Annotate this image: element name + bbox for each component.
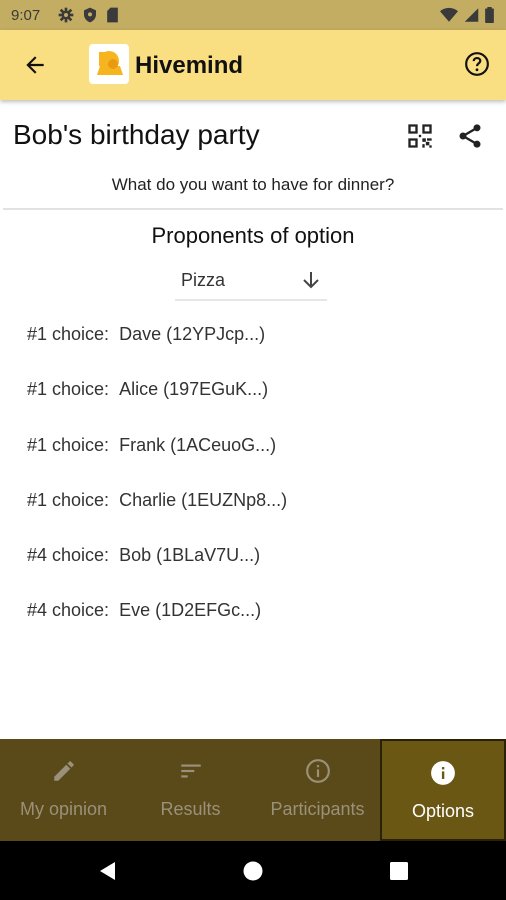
- bottom-navigation: My opinion Results Participants Options: [0, 739, 506, 841]
- shield-icon: [84, 7, 96, 23]
- list-item: #1 choice: Frank (1ACeuoG...): [27, 435, 287, 490]
- participant-name: Bob (1BLaV7U...): [119, 545, 261, 566]
- nav-recents-icon[interactable]: [387, 859, 411, 883]
- page-header: Bob's birthday party What do you want to…: [0, 100, 506, 210]
- tab-participants[interactable]: Participants: [254, 739, 381, 841]
- nav-home-icon[interactable]: [241, 859, 265, 883]
- participant-name: Alice (197EGuK...): [119, 379, 269, 400]
- list-item: #4 choice: Bob (1BLaV7U...): [27, 545, 287, 600]
- tab-label: Participants: [270, 799, 365, 819]
- app-bar: Hivemind: [0, 30, 506, 100]
- divider: [3, 208, 503, 210]
- participant-name: Dave (12YPJcp...): [119, 324, 266, 344]
- battery-icon: [485, 7, 494, 23]
- page-title: Bob's birthday party: [13, 119, 260, 150]
- signal-icon: [464, 8, 479, 22]
- choice-rank: #4 choice:: [27, 600, 110, 621]
- settings-gear-icon: [58, 7, 74, 23]
- proponents-list: #1 choice: Dave (12YPJcp...) #1 choice: …: [27, 324, 287, 656]
- qr-code-icon[interactable]: [406, 122, 434, 150]
- proponents-heading: Proponents of option: [151, 223, 355, 248]
- list-item: #1 choice: Charlie (1EUZNp8...): [27, 490, 287, 545]
- wifi-icon: [440, 7, 458, 22]
- info-outline-icon: [305, 759, 330, 783]
- list-item: #1 choice: Alice (197EGuK...): [27, 379, 287, 434]
- app-title: Hivemind: [135, 52, 244, 79]
- participant-name: Charlie (1EUZNp8...): [119, 489, 288, 510]
- participant-name: Frank (1ACeuoG...): [119, 434, 277, 455]
- arrow-down-icon: [303, 272, 319, 289]
- nav-back-icon[interactable]: [96, 859, 120, 883]
- list-item: #4 choice: Eve (1D2EFGc...): [27, 600, 287, 655]
- choice-rank: #1 choice:: [27, 434, 110, 455]
- status-time: 9:07: [11, 7, 41, 24]
- tab-label: My opinion: [19, 799, 108, 819]
- back-arrow-icon[interactable]: [22, 52, 48, 78]
- list-item: #1 choice: Dave (12YPJcp...): [27, 324, 287, 379]
- app-logo: [89, 44, 129, 84]
- help-icon[interactable]: [464, 51, 490, 77]
- system-navigation-bar: [0, 841, 506, 900]
- poll-question: What do you want to have for dinner?: [111, 175, 395, 194]
- share-icon[interactable]: [456, 122, 484, 150]
- choice-rank: #1 choice:: [27, 324, 110, 344]
- info-filled-icon: [431, 761, 455, 785]
- option-dropdown[interactable]: Pizza: [175, 262, 327, 301]
- tab-label: Results: [160, 799, 221, 819]
- choice-rank: #4 choice:: [27, 545, 110, 566]
- sd-card-icon: [107, 7, 118, 23]
- pencil-icon: [53, 761, 74, 781]
- participant-name: Eve (1D2EFGc...): [119, 600, 262, 621]
- tab-results[interactable]: Results: [127, 739, 254, 841]
- tab-options[interactable]: Options: [380, 739, 506, 841]
- choice-rank: #1 choice:: [27, 489, 110, 510]
- status-bar: 9:07: [0, 0, 506, 30]
- tab-my-opinion[interactable]: My opinion: [0, 739, 127, 841]
- hivemind-logo-icon: [97, 51, 123, 75]
- choice-rank: #1 choice:: [27, 379, 110, 400]
- tab-label: Options: [411, 801, 475, 821]
- option-dropdown-value: Pizza: [181, 270, 226, 290]
- sort-lines-icon: [180, 764, 201, 778]
